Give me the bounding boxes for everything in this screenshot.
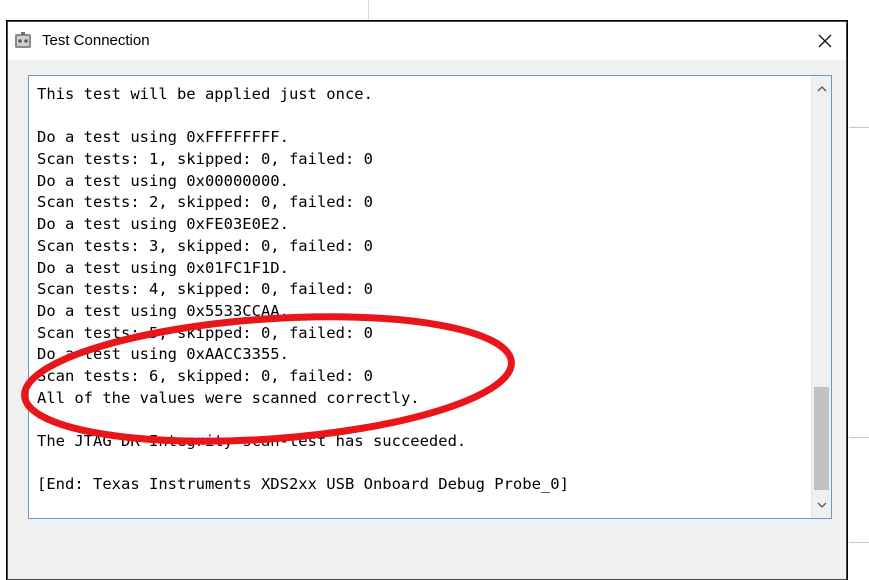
chevron-down-icon [817, 502, 826, 508]
output-line: Do a test using 0xFE03E0E2. [37, 215, 289, 234]
background-text-fragment [847, 39, 869, 61]
output-line: Scan tests: 4, skipped: 0, failed: 0 [37, 280, 373, 299]
dialog-titlebar[interactable]: Test Connection [8, 22, 846, 60]
output-line: Do a test using 0x01FC1F1D. [37, 258, 289, 277]
app-icon [14, 32, 32, 50]
output-line: Scan tests: 3, skipped: 0, failed: 0 [37, 236, 373, 255]
background-divider [849, 542, 869, 543]
output-line: Scan tests: 6, skipped: 0, failed: 0 [37, 366, 373, 385]
close-icon [818, 34, 832, 48]
test-connection-dialog: Test Connection This test will be applie… [7, 21, 847, 580]
background-divider [849, 127, 869, 128]
chevron-up-icon [817, 86, 826, 92]
background-window-title [395, 3, 515, 15]
scroll-up-button[interactable] [812, 80, 831, 98]
output-line: The JTAG DR Integrity scan-test has succ… [37, 432, 467, 450]
dialog-title: Test Connection [42, 32, 150, 49]
output-text: This test will be applied just once. Do a… [37, 84, 809, 496]
output-line: Do a test using 0xAACC3355. [37, 345, 289, 364]
background-divider [849, 437, 869, 438]
output-textbox[interactable]: This test will be applied just once. Do a… [28, 75, 832, 519]
output-line: Scan tests: 2, skipped: 0, failed: 0 [37, 193, 373, 212]
vertical-scrollbar[interactable] [811, 76, 831, 518]
output-line: [End: Texas Instruments XDS2xx USB Onboa… [37, 475, 569, 494]
output-line: All of the values were scanned correctly… [37, 388, 420, 407]
output-line: This test will be applied just once. [37, 85, 373, 103]
dialog-content: This test will be applied just once. Do a… [8, 60, 846, 579]
output-line: Do a test using 0x00000000. [37, 171, 289, 190]
output-line: Do a test using 0xFFFFFFFF. [37, 128, 289, 147]
scroll-down-button[interactable] [812, 496, 831, 514]
output-line: Do a test using 0x5533CCAA. [37, 301, 289, 320]
background-text-fragment [847, 73, 869, 95]
close-button[interactable] [810, 26, 840, 56]
output-line: Scan tests: 5, skipped: 0, failed: 0 [37, 323, 373, 342]
output-line: Scan tests: 1, skipped: 0, failed: 0 [37, 150, 373, 169]
scroll-thumb[interactable] [814, 387, 829, 490]
